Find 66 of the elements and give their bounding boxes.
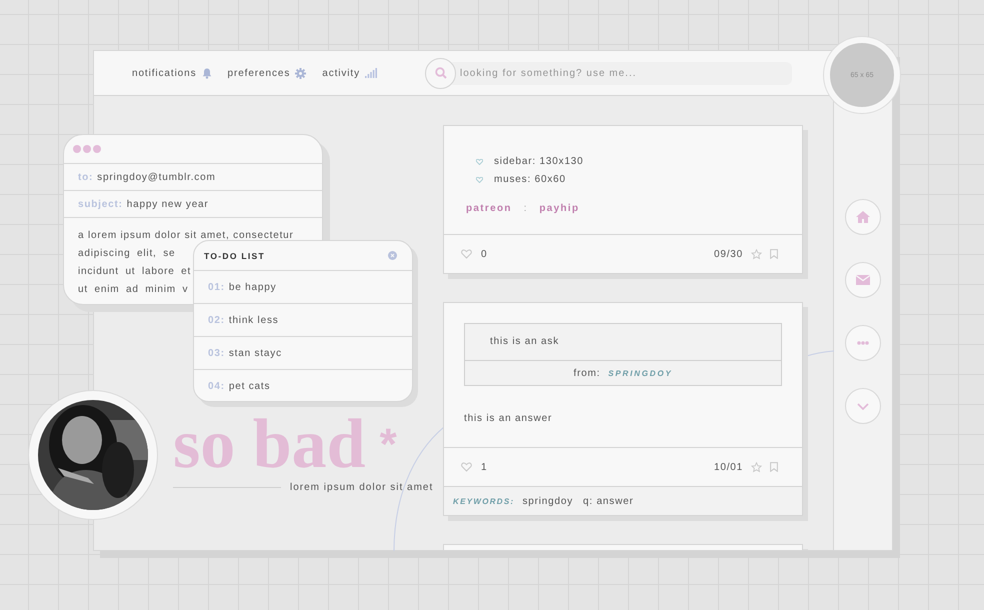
home-icon	[856, 211, 870, 223]
todo-item: pet cats	[228, 380, 270, 392]
like-button[interactable]	[461, 462, 472, 472]
sidebar-button[interactable]	[845, 325, 881, 361]
answer-text: this is an answer	[464, 413, 554, 424]
message-text: a lorem ipsum dolor sit amet, consectetur	[78, 229, 295, 243]
ask-question: this is an ask	[465, 324, 781, 361]
sidebar-button[interactable]	[845, 388, 881, 424]
star-icon	[751, 248, 762, 260]
search-button[interactable]	[425, 58, 456, 88]
item-number: 02:	[208, 314, 225, 326]
nav-link[interactable]: preferences	[228, 68, 306, 78]
chevron-down-icon	[857, 402, 869, 410]
from-label: from:	[574, 368, 600, 378]
dots-icon	[73, 145, 101, 153]
todo-title: TO-DO LIST	[204, 250, 266, 260]
field-label: to:	[78, 172, 94, 182]
todo-item: be happy	[228, 282, 276, 292]
tag-link[interactable]: springdoy	[522, 496, 574, 506]
bookmark-icon	[770, 462, 778, 472]
star-icon	[751, 462, 762, 472]
close-button[interactable]	[388, 251, 397, 260]
like-count: 1	[481, 462, 488, 472]
message-text: ut enim ad minim v	[78, 283, 190, 297]
signal-bars-icon	[365, 68, 377, 78]
heart-icon	[461, 462, 472, 472]
field-value: happy new year	[126, 198, 209, 210]
heart-icon	[476, 158, 483, 164]
field-label: subject:	[78, 198, 123, 210]
subtitle: lorem ipsum dolor sit amet	[290, 482, 434, 493]
bell-icon	[202, 68, 212, 78]
bookmark-button[interactable]	[770, 462, 778, 472]
tag-link[interactable]: q: answer	[583, 496, 634, 506]
post-date: 09/30	[714, 248, 743, 260]
envelope-icon	[856, 275, 870, 285]
heart-icon	[476, 176, 483, 182]
item-number: 03:	[208, 348, 225, 358]
bookmark-button[interactable]	[770, 249, 778, 259]
sidebar-button[interactable]	[845, 262, 881, 298]
keywords-label: KEYWORDS:	[453, 496, 514, 506]
list-item: muses: 60x60	[494, 174, 566, 185]
todo-item: think less	[228, 314, 279, 326]
list-item: sidebar: 130x130	[494, 156, 584, 167]
sidebar-button[interactable]	[845, 199, 881, 235]
item-number: 04:	[208, 380, 225, 392]
search-field[interactable]: looking for something? use me...	[452, 62, 792, 84]
separator: :	[524, 203, 528, 214]
search-icon	[434, 67, 446, 79]
nav-link[interactable]: notifications	[132, 68, 212, 78]
item-number: 01:	[208, 282, 225, 292]
like-button[interactable]	[461, 249, 472, 259]
todo-item: stan stayc	[228, 348, 282, 358]
asterisk-mark: *	[380, 425, 397, 465]
dots-icon	[857, 341, 869, 345]
nav-link[interactable]: activity	[322, 68, 377, 78]
post-date: 10/01	[714, 462, 743, 472]
message-text: incidunt ut labore et	[78, 265, 192, 279]
message-text: adipiscing elit, se	[78, 247, 176, 261]
like-count: 0	[481, 248, 488, 260]
star-button[interactable]	[751, 248, 762, 260]
close-icon	[388, 251, 397, 260]
star-button[interactable]	[751, 462, 762, 472]
settings-icon	[295, 68, 306, 78]
heart-icon	[461, 249, 472, 259]
field-value: springdoy@tumblr.com	[97, 172, 216, 182]
bookmark-icon	[770, 249, 778, 259]
